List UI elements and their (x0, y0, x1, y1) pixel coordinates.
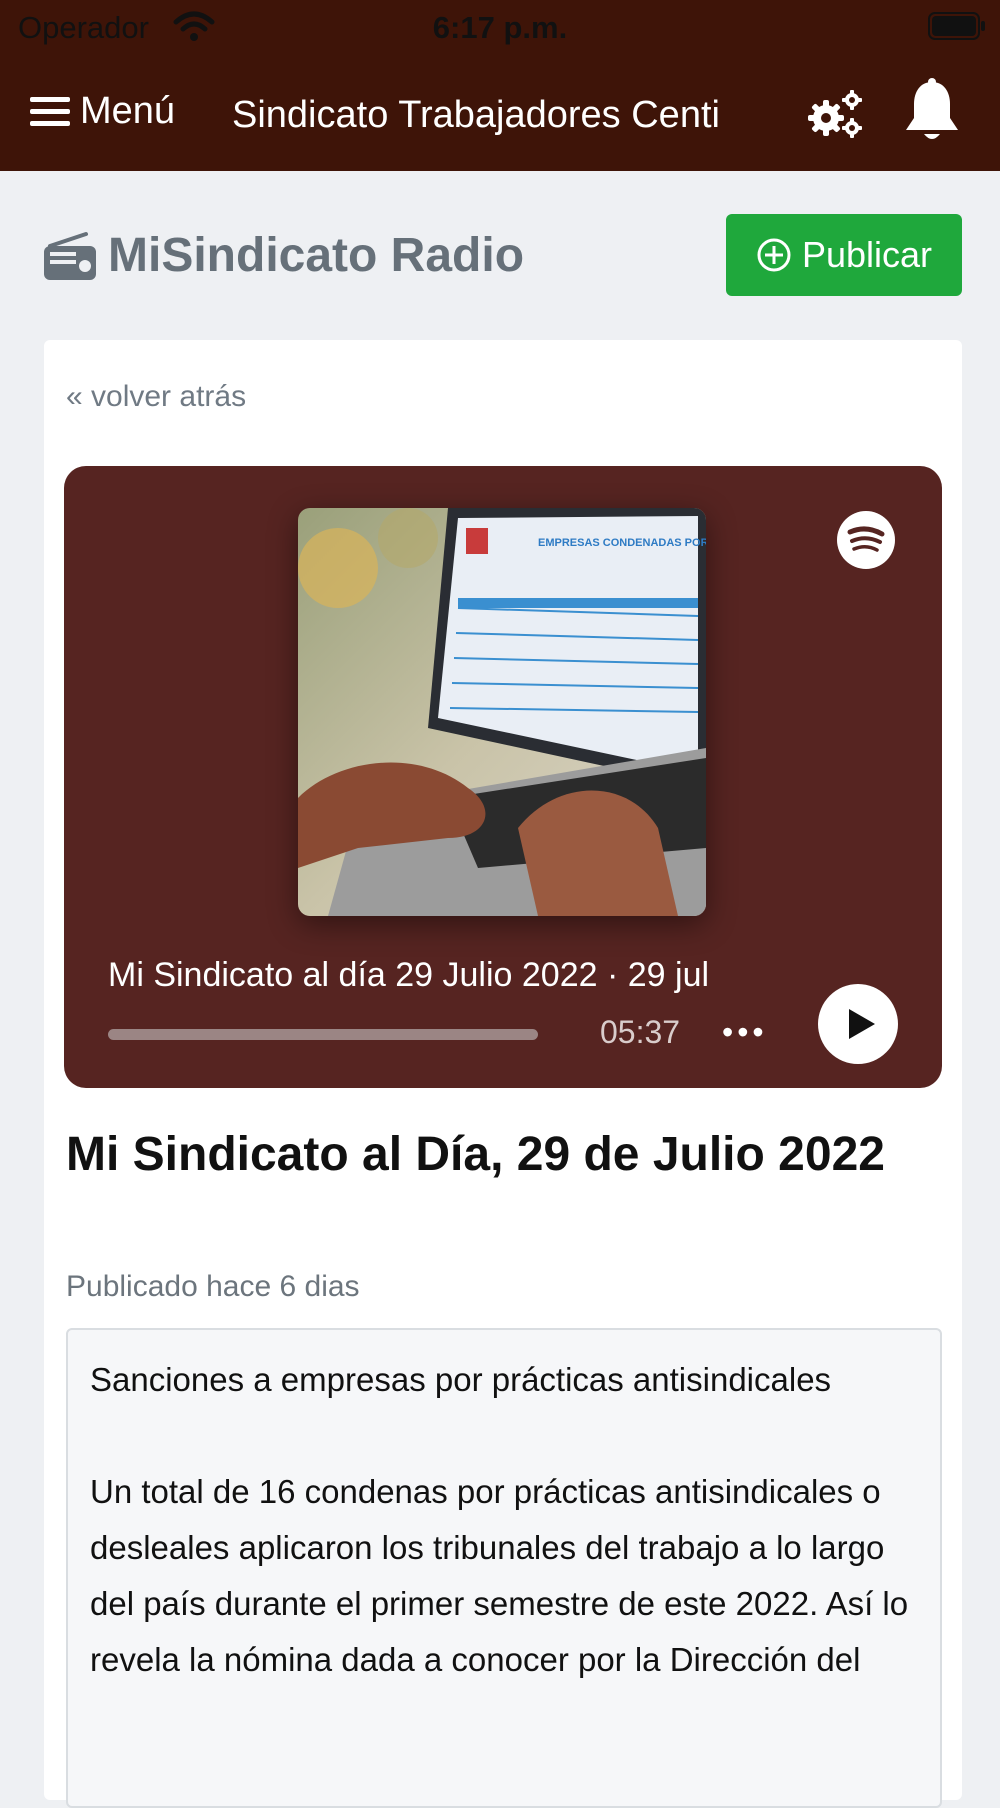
post-title: Mi Sindicato al Día, 29 de Julio 2022 (66, 1128, 885, 1181)
nav-bar: Menú Sindicato Trabajadores Centi (0, 62, 1000, 171)
post-body: Sanciones a empresas por prácticas antis… (66, 1328, 942, 1808)
back-link[interactable]: « volver atrás (66, 380, 246, 414)
plus-circle-icon (757, 238, 791, 272)
episode-title: Mi Sindicato al día 29 Julio 2022 · 29 j… (108, 956, 710, 994)
progress-bar[interactable] (108, 1029, 538, 1040)
battery-icon (928, 12, 985, 40)
body-paragraph: Un total de 16 condenas por prácticas an… (90, 1473, 909, 1678)
cover-heading: EMPRESAS CONDENADAS POR PRÁ (538, 536, 706, 549)
post-card: « volver atrás EMPRESAS CONDENADAS POR P… (44, 340, 962, 1808)
gears-icon[interactable] (806, 88, 864, 140)
cover-image: EMPRESAS CONDENADAS POR PRÁ (298, 508, 706, 916)
section-header: MiSindicato Radio (42, 228, 524, 283)
publish-button[interactable]: Publicar (726, 214, 962, 296)
published-time: Publicado hace 6 dias (66, 1270, 360, 1303)
duration: 05:37 (600, 1014, 681, 1050)
body-paragraph: Sanciones a empresas por prácticas antis… (90, 1361, 832, 1398)
bell-icon[interactable] (902, 78, 962, 146)
top-bar: Operador 6:17 p.m. Menú Sindicato Trabaj… (0, 0, 1000, 171)
menu-label: Menú (80, 90, 176, 132)
episode-cover[interactable]: EMPRESAS CONDENADAS POR PRÁ (298, 508, 706, 916)
app-title: Sindicato Trabajadores Centi (232, 94, 720, 136)
section-title: MiSindicato Radio (108, 229, 525, 282)
play-icon[interactable] (818, 984, 898, 1064)
menu-button[interactable]: Menú (30, 90, 175, 133)
spotify-icon[interactable] (836, 510, 896, 570)
more-options-button[interactable]: ••• (722, 1014, 768, 1051)
hamburger-icon (30, 96, 70, 126)
publish-label: Publicar (801, 234, 933, 275)
spotify-player: EMPRESAS CONDENADAS POR PRÁ (64, 466, 942, 1088)
radio-icon (44, 231, 96, 280)
status-bar: Operador 6:17 p.m. (0, 0, 1000, 58)
clock: 6:17 p.m. (432, 10, 568, 45)
